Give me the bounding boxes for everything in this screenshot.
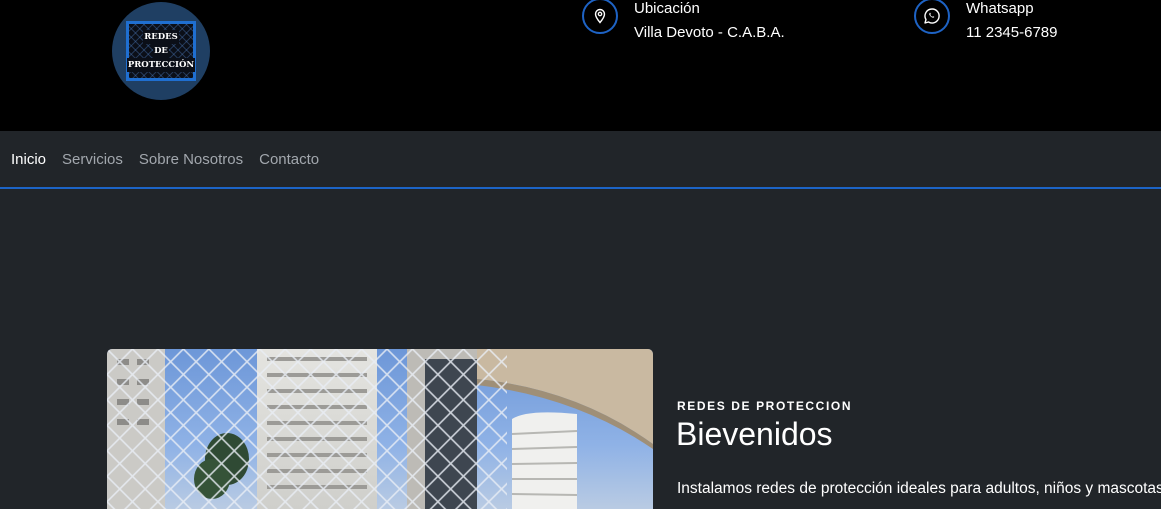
whatsapp-icon[interactable] — [914, 0, 950, 34]
contact-whatsapp-label: Whatsapp — [966, 0, 1034, 17]
logo-net-graphic: REDES DE PROTECCIÓN — [126, 21, 196, 81]
nav-item-servicios[interactable]: Servicios — [62, 151, 123, 168]
contact-location: Ubicación Villa Devoto - C.A.B.A. — [582, 0, 785, 43]
hero-lead-text: Instalamos redes de protección ideales p… — [677, 480, 1161, 497]
hero-eyebrow: REDES DE PROTECCION — [677, 399, 853, 413]
location-pin-icon — [582, 0, 618, 34]
hero-image-safety-net — [107, 349, 653, 509]
nav-item-contacto[interactable]: Contacto — [259, 151, 319, 168]
brand-logo[interactable]: REDES DE PROTECCIÓN — [112, 2, 210, 100]
nav-item-sobre-nosotros[interactable]: Sobre Nosotros — [139, 151, 243, 168]
contact-location-label: Ubicación — [634, 0, 700, 17]
contact-location-value: Villa Devoto - C.A.B.A. — [634, 24, 785, 41]
top-header: REDES DE PROTECCIÓN Ubicación Villa Devo… — [0, 0, 1161, 131]
main-navbar: Inicio Servicios Sobre Nosotros Contacto — [0, 131, 1161, 189]
logo-text-line: DE — [153, 44, 169, 58]
contact-whatsapp-value[interactable]: 11 2345-6789 — [966, 23, 1057, 43]
logo-text-line: REDES — [143, 30, 179, 44]
nav-item-inicio[interactable]: Inicio — [11, 151, 46, 168]
hero-title: Bievenidos — [676, 416, 833, 452]
logo-text-line: PROTECCIÓN — [126, 58, 196, 72]
contact-whatsapp[interactable]: Whatsapp 11 2345-6789 — [914, 0, 1057, 43]
